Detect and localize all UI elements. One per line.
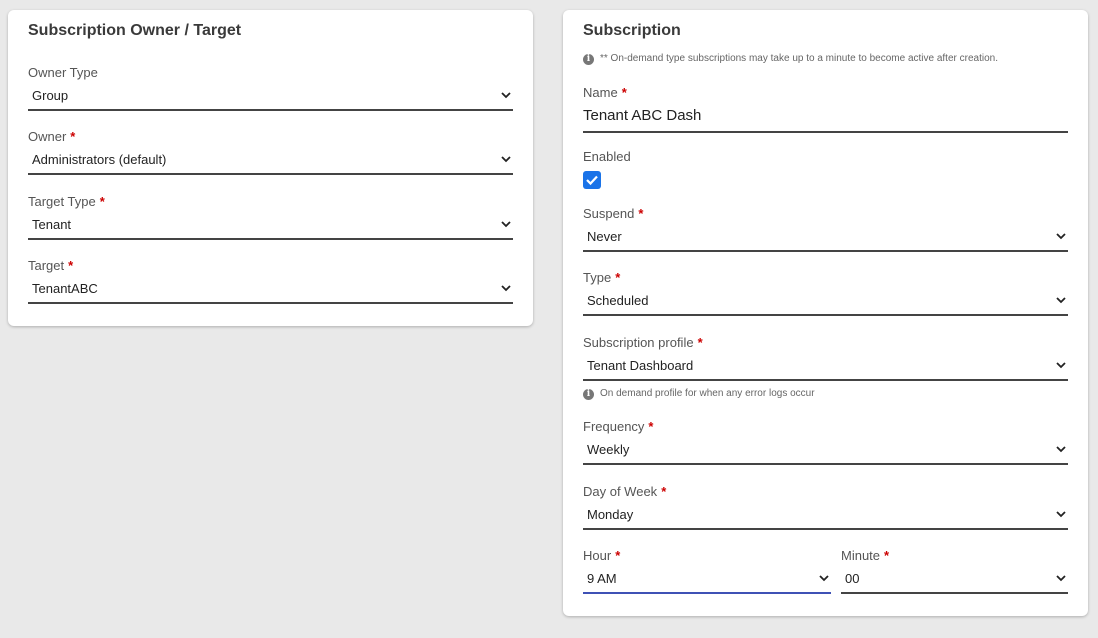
hour-label: Hour * bbox=[583, 548, 621, 563]
check-icon bbox=[586, 175, 598, 186]
chevron-down-icon bbox=[1056, 233, 1066, 240]
chevron-down-icon bbox=[1056, 297, 1066, 304]
target-type-value: Tenant bbox=[32, 217, 72, 232]
type-value: Scheduled bbox=[587, 293, 649, 308]
card-title: Subscription Owner / Target bbox=[28, 22, 242, 39]
hour-value: 9 AM bbox=[587, 571, 617, 586]
owner-type-value: Group bbox=[32, 88, 69, 103]
hour-field: Hour * 9 AM bbox=[583, 548, 831, 594]
name-field: Name * Tenant ABC Dash bbox=[583, 85, 1068, 133]
frequency-field: Frequency * Weekly bbox=[583, 419, 1068, 465]
owner-field: Owner * Administrators (default) bbox=[28, 129, 513, 175]
suspend-field: Suspend * Never bbox=[583, 206, 1068, 252]
chevron-down-icon bbox=[501, 285, 511, 292]
enabled-checkbox[interactable] bbox=[583, 171, 601, 189]
suspend-value: Never bbox=[587, 229, 622, 244]
owner-type-label: Owner Type bbox=[28, 65, 98, 80]
hour-select[interactable]: 9 AM bbox=[583, 570, 831, 594]
frequency-label: Frequency * bbox=[583, 419, 654, 434]
profile-hint: i On demand profile for when any error l… bbox=[583, 387, 1068, 401]
target-field: Target * TenantABC bbox=[28, 258, 513, 304]
chevron-down-icon bbox=[501, 156, 511, 163]
chevron-down-icon bbox=[1056, 362, 1066, 369]
name-label: Name * bbox=[583, 85, 627, 100]
minute-label: Minute * bbox=[841, 548, 890, 563]
target-type-field: Target Type * Tenant bbox=[28, 194, 513, 240]
ondemand-note: i ** On-demand type subscriptions may ta… bbox=[583, 52, 1068, 66]
owner-value: Administrators (default) bbox=[32, 152, 167, 167]
note-text: ** On-demand type subscriptions may take… bbox=[600, 53, 998, 64]
day-of-week-select[interactable]: Monday bbox=[583, 506, 1068, 530]
suspend-select[interactable]: Never bbox=[583, 228, 1068, 252]
chevron-down-icon bbox=[819, 575, 829, 582]
day-of-week-label: Day of Week * bbox=[583, 484, 667, 499]
required-marker: * bbox=[615, 270, 621, 285]
enabled-field: Enabled bbox=[583, 149, 1068, 189]
required-marker: * bbox=[99, 194, 105, 209]
info-icon: i bbox=[583, 53, 594, 65]
profile-hint-text: On demand profile for when any error log… bbox=[600, 388, 815, 399]
target-type-label: Target Type * bbox=[28, 194, 105, 209]
frequency-select[interactable]: Weekly bbox=[583, 441, 1068, 465]
required-marker: * bbox=[697, 335, 703, 350]
required-marker: * bbox=[884, 548, 890, 563]
profile-value: Tenant Dashboard bbox=[587, 358, 694, 373]
required-marker: * bbox=[68, 258, 74, 273]
required-marker: * bbox=[621, 85, 627, 100]
target-type-select[interactable]: Tenant bbox=[28, 216, 513, 240]
profile-select[interactable]: Tenant Dashboard bbox=[583, 357, 1068, 381]
chevron-down-icon bbox=[1056, 575, 1066, 582]
required-marker: * bbox=[615, 548, 621, 563]
chevron-down-icon bbox=[501, 92, 511, 99]
owner-target-card: Subscription Owner / Target Owner Type G… bbox=[8, 10, 533, 326]
required-marker: * bbox=[648, 419, 654, 434]
enabled-label: Enabled bbox=[583, 149, 631, 164]
chevron-down-icon bbox=[1056, 446, 1066, 453]
name-input[interactable]: Tenant ABC Dash bbox=[583, 107, 1068, 133]
profile-field: Subscription profile * Tenant Dashboard i… bbox=[583, 335, 1068, 401]
required-marker: * bbox=[70, 129, 76, 144]
owner-label: Owner * bbox=[28, 129, 76, 144]
target-select[interactable]: TenantABC bbox=[28, 280, 513, 304]
target-label: Target * bbox=[28, 258, 74, 273]
owner-type-select[interactable]: Group bbox=[28, 87, 513, 111]
owner-select[interactable]: Administrators (default) bbox=[28, 151, 513, 175]
chevron-down-icon bbox=[1056, 511, 1066, 518]
minute-value: 00 bbox=[845, 571, 860, 586]
info-icon: i bbox=[583, 388, 594, 400]
type-field: Type * Scheduled bbox=[583, 270, 1068, 316]
day-of-week-field: Day of Week * Monday bbox=[583, 484, 1068, 530]
owner-type-field: Owner Type Group bbox=[28, 65, 513, 111]
profile-label: Subscription profile * bbox=[583, 335, 703, 350]
suspend-label: Suspend * bbox=[583, 206, 644, 221]
day-of-week-value: Monday bbox=[587, 507, 634, 522]
chevron-down-icon bbox=[501, 221, 511, 228]
card-title: Subscription bbox=[583, 22, 681, 39]
required-marker: * bbox=[638, 206, 644, 221]
subscription-card: Subscription i ** On-demand type subscri… bbox=[563, 10, 1088, 616]
type-label: Type * bbox=[583, 270, 621, 285]
required-marker: * bbox=[661, 484, 667, 499]
minute-select[interactable]: 00 bbox=[841, 570, 1068, 594]
frequency-value: Weekly bbox=[587, 442, 630, 457]
type-select[interactable]: Scheduled bbox=[583, 292, 1068, 316]
minute-field: Minute * 00 bbox=[841, 548, 1068, 594]
target-value: TenantABC bbox=[32, 281, 98, 296]
